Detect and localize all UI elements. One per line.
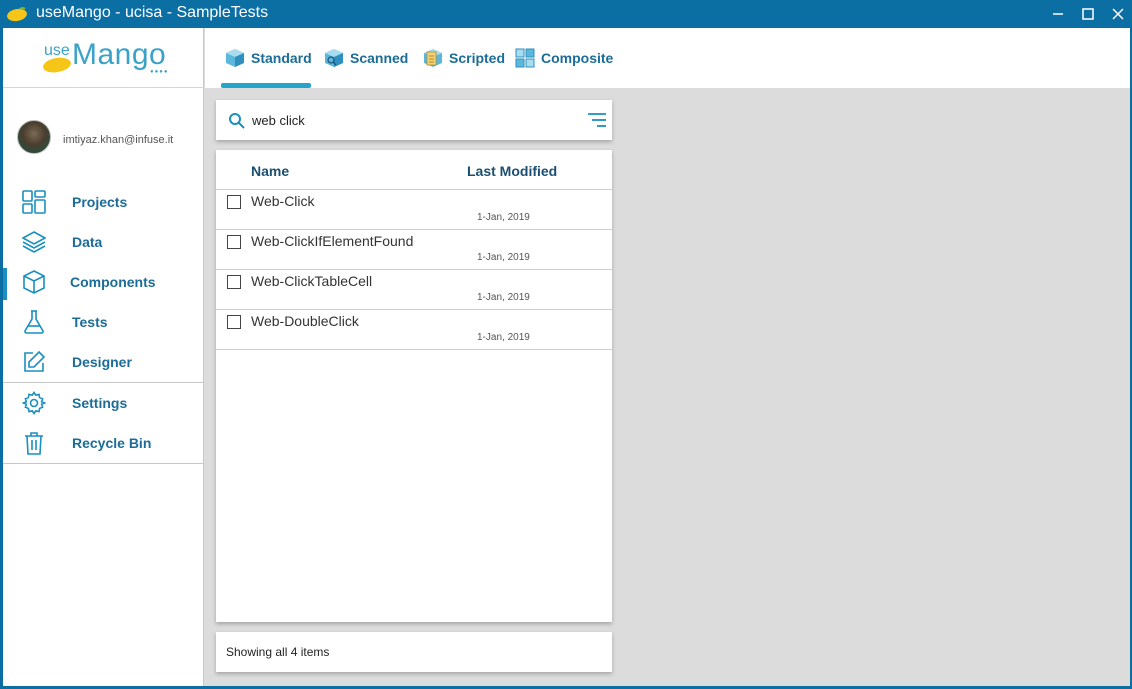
tab-bar: Standard Scanned Scripted Composite: [205, 28, 1130, 88]
maximize-button[interactable]: [1072, 0, 1104, 28]
tab-scripted[interactable]: Scripted: [423, 46, 505, 70]
list-item[interactable]: Web-Click 1-Jan, 2019: [216, 190, 612, 230]
tab-standard[interactable]: Standard: [225, 46, 312, 70]
search-box: [216, 100, 612, 140]
gear-icon: [22, 391, 46, 415]
avatar[interactable]: [17, 120, 51, 154]
item-count-status: Showing all 4 items: [226, 645, 330, 659]
tab-label: Standard: [251, 50, 312, 66]
close-button[interactable]: [1102, 0, 1132, 28]
close-icon: [1112, 8, 1124, 20]
list-footer: Showing all 4 items: [216, 632, 612, 672]
list-item[interactable]: Web-ClickTableCell 1-Jan, 2019: [216, 270, 612, 310]
row-checkbox[interactable]: [227, 275, 241, 289]
list-item[interactable]: Web-DoubleClick 1-Jan, 2019: [216, 310, 612, 350]
sidebar-item-data[interactable]: Data: [3, 222, 204, 262]
mango-app-icon: [7, 7, 27, 22]
sidebar-item-designer[interactable]: Designer: [3, 342, 204, 382]
tab-label: Scripted: [449, 50, 506, 66]
list-header: Name Last Modified: [216, 150, 612, 190]
app-window: use Mango ●●●● imtiyaz.khan@infuse.it Pr…: [3, 28, 1130, 686]
item-date: 1-Jan, 2019: [477, 292, 530, 303]
item-date: 1-Jan, 2019: [477, 332, 530, 343]
title-bar: useMango - ucisa - SampleTests: [0, 0, 1132, 28]
sidebar-item-components[interactable]: Components: [3, 262, 204, 302]
column-header-last-modified[interactable]: Last Modified: [467, 163, 557, 179]
list-item[interactable]: Web-ClickIfElementFound 1-Jan, 2019: [216, 230, 612, 270]
sidebar: use Mango ●●●● imtiyaz.khan@infuse.it Pr…: [3, 28, 204, 686]
cube-icon: [23, 270, 45, 294]
item-date: 1-Jan, 2019: [477, 212, 530, 223]
trash-icon: [25, 432, 43, 455]
sidebar-item-label: Components: [70, 274, 156, 290]
tab-label: Scanned: [350, 50, 409, 66]
item-name: Web-ClickIfElementFound: [251, 233, 414, 249]
logo-mango-text: Mango: [72, 38, 167, 71]
sidebar-item-label: Designer: [72, 354, 132, 370]
row-checkbox[interactable]: [227, 195, 241, 209]
column-header-name[interactable]: Name: [251, 163, 289, 179]
item-name: Web-DoubleClick: [251, 313, 359, 329]
sidebar-item-recycle-bin[interactable]: Recycle Bin: [3, 423, 204, 463]
sidebar-item-settings[interactable]: Settings: [3, 383, 204, 423]
minimize-icon: [1053, 13, 1063, 15]
logo: use Mango ●●●●: [3, 28, 204, 88]
sidebar-item-projects[interactable]: Projects: [3, 182, 204, 222]
edit-icon: [24, 350, 46, 372]
scripted-cube-icon: [424, 49, 442, 67]
active-tab-indicator: [221, 83, 311, 88]
scanned-cube-icon: [325, 49, 343, 67]
sidebar-item-label: Settings: [72, 395, 128, 411]
composite-cube-icon: [515, 48, 535, 68]
sidebar-item-tests[interactable]: Tests: [3, 302, 204, 342]
row-checkbox[interactable]: [227, 235, 241, 249]
layers-icon: [22, 231, 46, 253]
sidebar-nav: Projects Data Components Tests Designer …: [3, 182, 204, 464]
component-list: Name Last Modified Web-Click 1-Jan, 2019…: [216, 150, 612, 622]
minimize-button[interactable]: [1042, 0, 1074, 28]
standard-cube-icon: [226, 49, 244, 67]
divider: [3, 463, 204, 464]
tab-label: Composite: [541, 50, 614, 66]
filter-icon[interactable]: [587, 112, 607, 128]
user-email: imtiyaz.khan@infuse.it: [63, 134, 174, 146]
maximize-icon: [1082, 8, 1094, 20]
sidebar-item-label: Projects: [72, 194, 128, 210]
tab-composite[interactable]: Composite: [515, 46, 613, 70]
projects-icon: [22, 190, 46, 214]
user-profile[interactable]: imtiyaz.khan@infuse.it: [17, 120, 173, 154]
item-name: Web-ClickTableCell: [251, 273, 373, 289]
search-input[interactable]: [252, 108, 572, 132]
sidebar-item-label: Data: [72, 234, 103, 250]
row-checkbox[interactable]: [227, 315, 241, 329]
window-title: useMango - ucisa - SampleTests: [36, 4, 269, 21]
flask-icon: [24, 310, 44, 334]
item-date: 1-Jan, 2019: [477, 252, 530, 263]
sidebar-item-label: Recycle Bin: [72, 435, 152, 451]
item-name: Web-Click: [251, 193, 315, 209]
search-icon: [229, 113, 245, 129]
logo-dots-icon: ●●●●: [150, 69, 169, 75]
tab-scanned[interactable]: Scanned: [324, 46, 408, 70]
sidebar-item-label: Tests: [72, 314, 108, 330]
